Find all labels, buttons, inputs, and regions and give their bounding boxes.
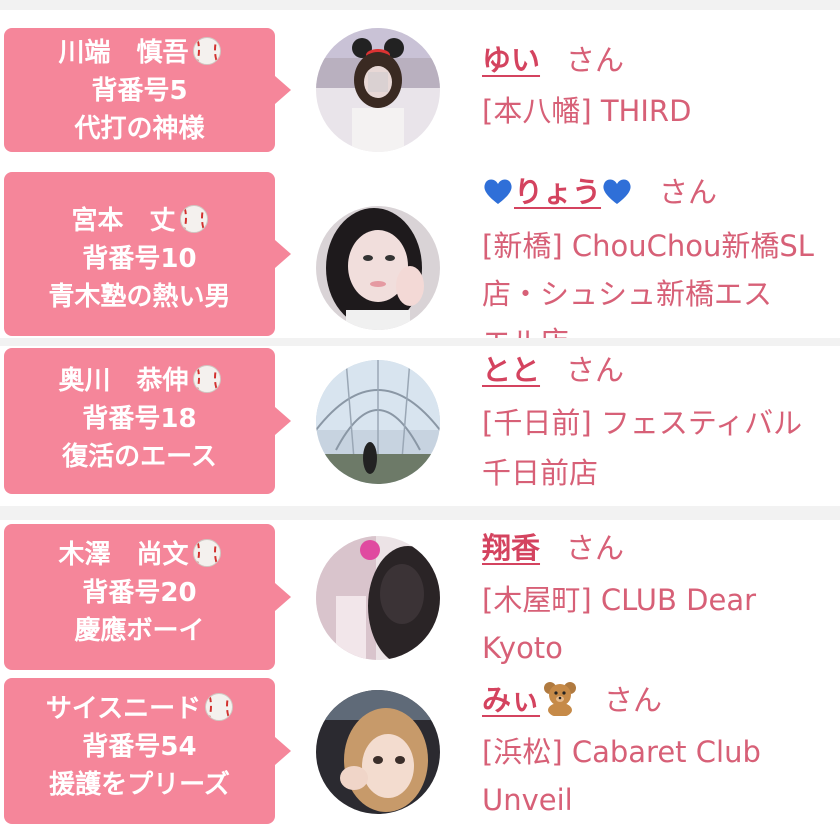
list-item[interactable]: 奥川 恭伸 背番号18 復活のエース とと さん [千日前] フェスティバル 千日前… xyxy=(0,346,840,506)
row-separator xyxy=(0,506,840,520)
shop-name: [浜松] Cabaret Club Unveil xyxy=(482,735,761,817)
player-tag: サイスニード 背番号54 援護をプリーズ xyxy=(4,678,291,824)
avatar[interactable] xyxy=(316,28,440,152)
player-name: 川端 慎吾 xyxy=(58,38,189,68)
player-number: 背番号54 xyxy=(82,732,197,762)
player-name: 奥川 恭伸 xyxy=(58,366,189,396)
player-number: 背番号5 xyxy=(91,76,188,106)
top-separator xyxy=(0,0,840,10)
avatar[interactable] xyxy=(316,206,440,330)
cast-name-link[interactable]: 翔香 xyxy=(482,531,540,565)
avatar[interactable] xyxy=(316,536,440,660)
shop-name: [千日前] フェスティバル 千日前店 xyxy=(482,406,803,490)
player-name: 宮本 丈 xyxy=(71,206,176,236)
cast-info: ゆい さん [本八幡] THIRD xyxy=(482,38,837,134)
cast-info: みぃ さん [浜松] Cabaret Club Unveil xyxy=(482,678,837,824)
list-item[interactable]: サイスニード 背番号54 援護をプリーズ みぃ さん [浜松] Cabaret C… xyxy=(0,676,840,840)
player-nickname: 代打の神様 xyxy=(74,114,205,144)
honorific: さん xyxy=(659,175,718,209)
honorific: さん xyxy=(566,353,625,387)
player-tag: 川端 慎吾 背番号5 代打の神様 xyxy=(4,28,291,152)
honorific: さん xyxy=(566,531,625,565)
player-nickname: 援護をプリーズ xyxy=(49,770,230,800)
player-nickname: 青木塾の熱い男 xyxy=(48,282,231,312)
player-tag: 木澤 尚文 背番号20 慶應ボーイ xyxy=(4,524,291,670)
honorific: さん xyxy=(604,683,663,717)
cast-name-link[interactable]: りょう xyxy=(482,175,633,209)
player-number: 背番号18 xyxy=(82,404,197,434)
teddy-bear-icon xyxy=(544,682,577,716)
player-nickname: 復活のエース xyxy=(62,442,217,472)
blue-heart-icon xyxy=(484,179,512,204)
list-item[interactable]: 川端 慎吾 背番号5 代打の神様 ゆい さん [本八幡] THIRD xyxy=(0,10,840,170)
shop-name: [新橋] ChouChou新橋SL店・シュシュ新橋エスエル店 xyxy=(482,229,814,338)
blue-heart-icon xyxy=(603,179,631,204)
baseball-icon xyxy=(205,693,234,721)
player-nickname: 慶應ボーイ xyxy=(74,616,205,646)
player-name: サイスニード xyxy=(45,694,202,724)
baseball-icon xyxy=(192,539,221,567)
cast-name-link[interactable]: とと xyxy=(482,353,540,387)
cast-info: とと さん [千日前] フェスティバル 千日前店 xyxy=(482,348,837,498)
avatar[interactable] xyxy=(316,360,440,484)
player-tag: 奥川 恭伸 背番号18 復活のエース xyxy=(4,348,291,494)
player-tag: 宮本 丈 背番号10 青木塾の熱い男 xyxy=(4,172,291,336)
baseball-icon xyxy=(192,365,221,393)
baseball-icon xyxy=(192,37,221,65)
list-item[interactable]: 木澤 尚文 背番号20 慶應ボーイ 翔香 さん [木屋町] CLUB Dear Ky… xyxy=(0,520,840,676)
cast-info: 翔香 さん [木屋町] CLUB Dear Kyoto xyxy=(482,526,837,672)
avatar[interactable] xyxy=(316,690,440,814)
player-number: 背番号10 xyxy=(82,244,197,274)
list-item[interactable]: 宮本 丈 背番号10 青木塾の熱い男 りょう さん [新橋] ChouChou新橋… xyxy=(0,170,840,338)
player-number: 背番号20 xyxy=(82,578,197,608)
shop-name: [本八幡] THIRD xyxy=(482,94,692,128)
row-separator xyxy=(0,338,840,346)
honorific: さん xyxy=(566,43,625,77)
cast-name-link[interactable]: みぃ xyxy=(482,682,578,717)
baseball-icon xyxy=(179,205,208,233)
shop-name: [木屋町] CLUB Dear Kyoto xyxy=(482,583,757,665)
player-name: 木澤 尚文 xyxy=(58,540,189,570)
cast-name-link[interactable]: ゆい xyxy=(482,43,540,77)
cast-info: りょうさん [新橋] ChouChou新橋SL店・シュシュ新橋エスエル店 xyxy=(482,170,837,338)
cast-list-page: 川端 慎吾 背番号5 代打の神様 ゆい さん [本八幡] THIRD 宮本 丈 … xyxy=(0,0,840,840)
